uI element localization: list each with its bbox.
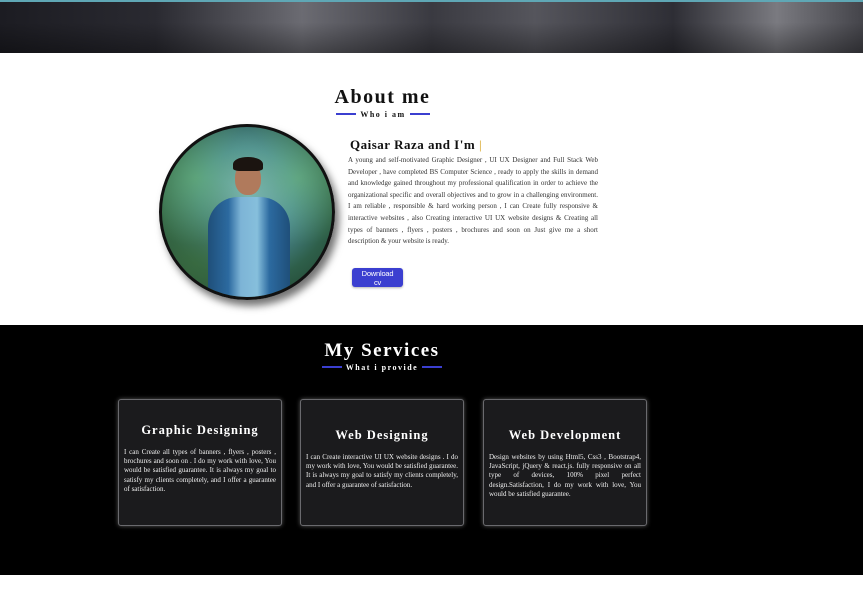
hero-banner-image bbox=[0, 0, 863, 53]
service-card-text: I can Create all types of banners , flye… bbox=[124, 448, 276, 493]
intro-name-line: Qaisar Raza and I'm | bbox=[350, 137, 482, 153]
profile-photo bbox=[159, 124, 335, 300]
subtitle-line-right bbox=[421, 366, 442, 368]
about-bio: A young and self-motivated Graphic Desig… bbox=[348, 156, 598, 246]
about-title: About me bbox=[334, 86, 431, 108]
intro-name: Qaisar Raza and I'm bbox=[350, 137, 476, 152]
service-card-title: Graphic Designing bbox=[141, 423, 259, 437]
about-subtitle-row: Who i am bbox=[336, 108, 430, 120]
service-card-web-designing: Web Designing I can Create interactive U… bbox=[300, 399, 464, 526]
services-subtitle: What i provide bbox=[345, 362, 419, 372]
service-card-title: Web Development bbox=[508, 428, 622, 442]
subtitle-line-left bbox=[322, 366, 342, 368]
services-title: My Services bbox=[324, 340, 440, 361]
services-subtitle-row: What i provide bbox=[322, 361, 442, 373]
photo-person-body bbox=[208, 197, 290, 297]
subtitle-line-left bbox=[336, 113, 356, 115]
service-card-text: I can Create interactive UI UX website d… bbox=[306, 453, 458, 489]
service-card-title: Web Designing bbox=[335, 428, 429, 442]
service-card-text: Design websites by using Html5, Css3 , B… bbox=[489, 453, 641, 498]
typing-cursor: | bbox=[478, 137, 483, 152]
services-section: My Services What i provide Graphic Desig… bbox=[0, 325, 863, 575]
service-card-graphic-designing: Graphic Designing I can Create all types… bbox=[118, 399, 282, 526]
subtitle-line-right bbox=[410, 113, 430, 115]
about-subtitle: Who i am bbox=[360, 109, 406, 119]
download-cv-button[interactable]: Download cv bbox=[352, 268, 403, 287]
photo-person-hair bbox=[233, 157, 263, 171]
service-card-web-development: Web Development Design websites by using… bbox=[483, 399, 647, 526]
